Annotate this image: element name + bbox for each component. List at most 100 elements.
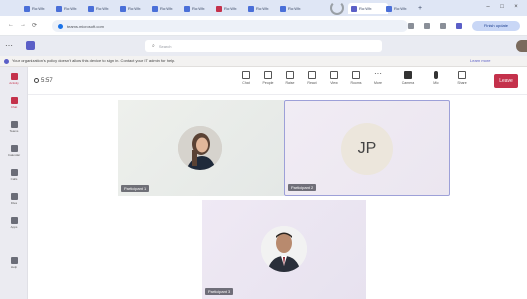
browser-tab[interactable]: Ro:Wh: — [88, 3, 116, 14]
mic-button[interactable]: Mic — [426, 71, 446, 85]
extensions-icon[interactable] — [440, 23, 446, 29]
tab-favicon-icon — [88, 5, 94, 12]
rail-item-activity[interactable]: Activity — [4, 73, 24, 93]
bookmark-star-icon[interactable] — [424, 23, 430, 29]
view-button[interactable]: View — [324, 71, 344, 85]
tab-favicon-icon — [56, 5, 62, 12]
tab-favicon-icon — [216, 5, 222, 12]
chat-icon — [242, 71, 250, 79]
install-app-icon[interactable] — [408, 23, 414, 29]
browser-tab[interactable]: Ro:Wh: — [56, 3, 84, 14]
participant-name: Participant 2 — [288, 184, 317, 191]
new-tab-button[interactable]: + — [418, 3, 426, 14]
apps-icon — [10, 217, 18, 224]
leave-button[interactable]: Leave — [494, 74, 518, 88]
share-icon — [458, 71, 466, 79]
browser-address-bar: ← → ⟳ teams.microsoft.com Finish update — [0, 16, 527, 36]
meeting-toolbar: 5:57 Chat People Raise React View Rooms … — [28, 67, 527, 95]
more-icon: ··· — [374, 69, 382, 78]
camera-icon — [404, 71, 412, 79]
chat-button[interactable]: Chat — [236, 71, 256, 85]
participant-tile[interactable]: Participant 3 — [202, 200, 366, 299]
browser-tab[interactable]: Ro:Wh: — [216, 3, 244, 14]
participant-tile[interactable]: JP Participant 2 — [284, 100, 450, 196]
rail-item-teams[interactable]: Teams — [4, 121, 24, 141]
rail-item-apps[interactable]: Apps — [4, 217, 24, 237]
active-browser-tab[interactable]: Ro:Wh: — [348, 3, 388, 14]
file-icon — [10, 193, 18, 200]
rail-item-calendar[interactable]: Calendar — [4, 145, 24, 165]
participant-name: Participant 3 — [205, 288, 234, 295]
participant-photo-avatar — [261, 226, 307, 272]
browser-tab[interactable]: Ro:Wh: — [184, 3, 212, 14]
browser-tab[interactable]: Ro:Wh: — [120, 3, 148, 14]
person-photo-icon — [178, 126, 222, 170]
meeting-timer: 5:57 — [34, 78, 53, 84]
chat-icon — [10, 97, 18, 104]
url-input[interactable]: teams.microsoft.com — [52, 20, 408, 32]
forward-arrow-icon[interactable]: → — [20, 22, 26, 28]
tab-favicon-icon — [120, 5, 126, 12]
camera-button[interactable]: Camera — [398, 71, 418, 85]
teams-icon — [10, 121, 18, 128]
mic-icon — [434, 71, 438, 79]
more-button[interactable]: ··· More — [368, 69, 388, 86]
info-icon — [4, 59, 9, 64]
teams-logo-icon — [26, 41, 35, 50]
teams-header: ⋯ ⌕ Search — [0, 36, 527, 56]
maximize-icon[interactable]: □ — [498, 3, 506, 11]
teams-left-rail: Activity Chat Teams Calendar Calls Files… — [0, 67, 28, 299]
rooms-button[interactable]: Rooms — [346, 71, 366, 85]
info-banner: Your organization's policy doesn't allow… — [0, 56, 527, 67]
tab-favicon-icon — [351, 5, 357, 12]
participant-name: Participant 1 — [121, 185, 150, 192]
rail-item-help[interactable]: Help — [4, 257, 24, 277]
hand-icon — [286, 71, 294, 79]
people-icon — [264, 71, 272, 79]
reload-icon[interactable]: ⟳ — [32, 22, 37, 29]
browser-tab[interactable]: Ro:Wh: — [248, 3, 276, 14]
rooms-icon — [352, 71, 360, 79]
rail-item-chat[interactable]: Chat — [4, 97, 24, 117]
tab-favicon-icon — [184, 5, 190, 12]
participant-photo-avatar — [178, 126, 222, 170]
raise-hand-button[interactable]: Raise — [280, 71, 300, 85]
browser-tab[interactable]: Ro:Wh: — [386, 3, 414, 14]
participant-initials-avatar: JP — [341, 123, 393, 175]
tab-favicon-icon — [24, 5, 30, 12]
bell-icon — [10, 73, 18, 80]
loading-spinner-icon — [330, 1, 344, 15]
tab-favicon-icon — [280, 5, 286, 12]
profile-avatar-icon[interactable] — [456, 23, 462, 29]
back-arrow-icon[interactable]: ← — [8, 22, 14, 28]
site-info-icon[interactable] — [58, 23, 63, 29]
participant-tile[interactable]: Participant 1 — [118, 100, 284, 196]
share-button[interactable]: Share — [452, 71, 472, 85]
phone-icon — [10, 169, 18, 176]
browser-update-button[interactable]: Finish update — [472, 21, 520, 31]
meeting-stage: Participant 1 JP Participant 2 Participa… — [28, 96, 527, 299]
react-button[interactable]: React — [302, 71, 322, 85]
smile-icon — [308, 71, 316, 79]
browser-tab[interactable]: Ro:Wh: — [24, 3, 52, 14]
teams-search-input[interactable]: ⌕ Search — [145, 40, 382, 52]
browser-tab[interactable]: Ro:Wh: — [152, 3, 180, 14]
user-avatar[interactable] — [516, 40, 527, 52]
tab-favicon-icon — [152, 5, 158, 12]
clock-icon — [34, 78, 39, 83]
rail-item-files[interactable]: Files — [4, 193, 24, 213]
browser-tab-strip: Ro:Wh: Ro:Wh: Ro:Wh: Ro:Wh: Ro:Wh: Ro:Wh… — [0, 0, 527, 16]
person-photo-icon — [261, 226, 307, 272]
banner-link[interactable]: Learn more — [470, 58, 490, 63]
close-icon[interactable]: × — [512, 3, 520, 11]
minimize-icon[interactable]: – — [484, 3, 492, 11]
app-launcher-icon[interactable]: ⋯ — [5, 42, 13, 50]
calendar-icon — [10, 145, 18, 152]
browser-tab[interactable]: Ro:Wh: — [280, 3, 308, 14]
rail-item-calls[interactable]: Calls — [4, 169, 24, 189]
tab-favicon-icon — [386, 5, 392, 12]
tab-favicon-icon — [248, 5, 254, 12]
people-button[interactable]: People — [258, 71, 278, 85]
search-icon: ⌕ — [152, 43, 155, 49]
grid-icon — [330, 71, 338, 79]
